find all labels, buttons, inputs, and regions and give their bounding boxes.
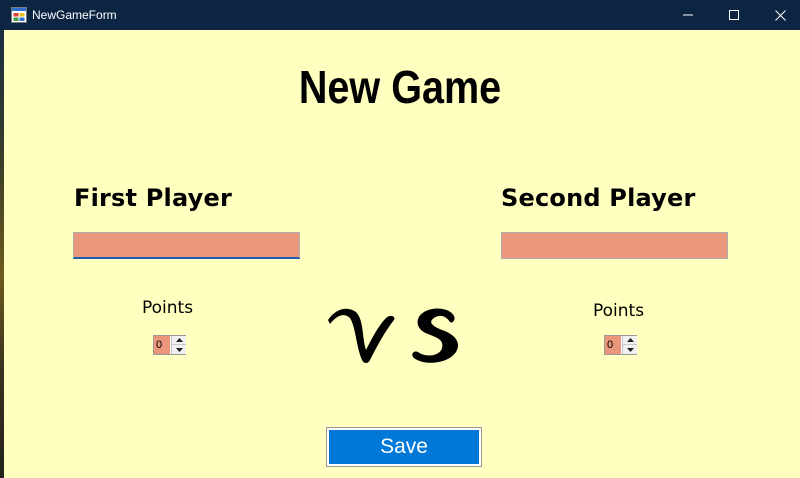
new-game-window: NewGameForm New Game First Player Points… <box>0 0 800 478</box>
first-player-label: First Player <box>74 184 233 212</box>
app-icon <box>11 7 27 23</box>
first-player-stepper-buttons <box>171 336 186 354</box>
second-player-points-up-button[interactable] <box>623 336 637 345</box>
window-left-edge <box>0 30 4 478</box>
minimize-icon <box>683 14 693 16</box>
title-bar[interactable]: NewGameForm <box>0 0 800 30</box>
second-player-points-down-button[interactable] <box>623 345 637 354</box>
close-button[interactable] <box>757 0 800 30</box>
second-player-points-label: Points <box>593 301 645 321</box>
second-player-points-value[interactable]: 0 <box>605 336 621 354</box>
second-player-name-input[interactable] <box>501 232 728 259</box>
first-player-points-up-button[interactable] <box>172 336 186 345</box>
maximize-icon <box>729 10 739 20</box>
maximize-button[interactable] <box>711 0 757 30</box>
vs-graphic <box>328 308 459 363</box>
caret-down-icon <box>175 347 183 352</box>
caret-down-icon <box>626 347 634 352</box>
second-player-label: Second Player <box>501 184 696 212</box>
close-icon <box>774 9 786 21</box>
vs-letter-v <box>328 308 395 363</box>
caret-up-icon <box>175 338 183 342</box>
first-player-points-value[interactable]: 0 <box>154 336 170 354</box>
second-player-stepper-buttons <box>622 336 637 354</box>
minimize-button[interactable] <box>665 0 711 30</box>
caret-up-icon <box>626 338 634 342</box>
save-button[interactable]: Save <box>326 427 482 467</box>
first-player-name-input[interactable] <box>73 232 300 259</box>
first-player-points-stepper[interactable]: 0 <box>153 335 186 355</box>
page-title: New Game <box>298 61 502 113</box>
first-player-points-label: Points <box>142 298 194 318</box>
vs-letter-s <box>412 308 459 363</box>
window-title: NewGameForm <box>32 8 117 22</box>
second-player-points-stepper[interactable]: 0 <box>604 335 637 355</box>
first-player-points-down-button[interactable] <box>172 345 186 354</box>
